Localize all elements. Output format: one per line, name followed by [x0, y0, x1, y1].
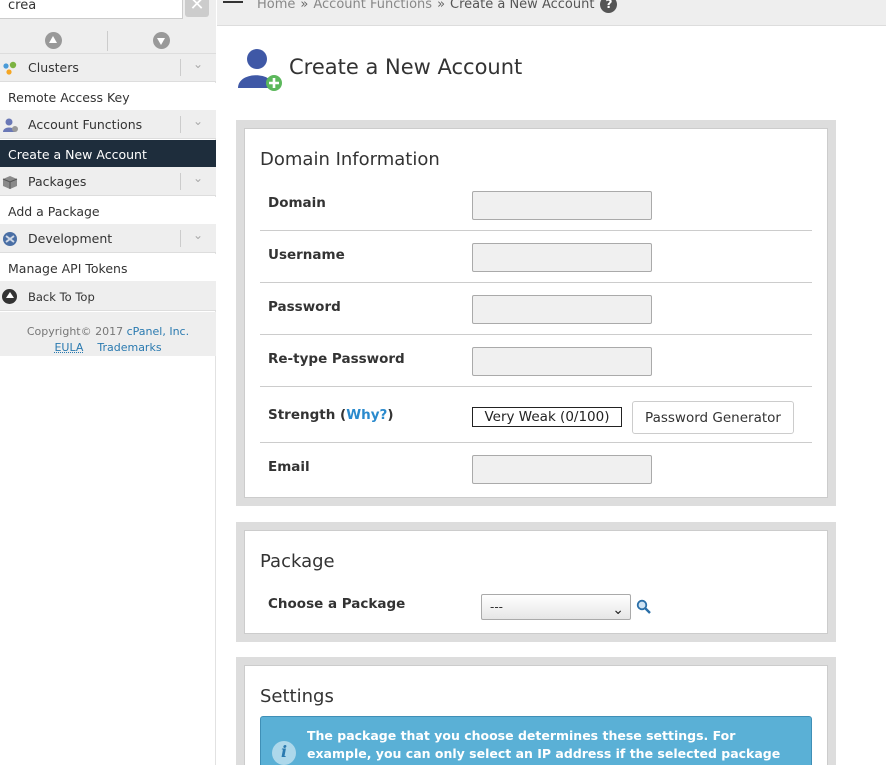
page-title: Create a New Account: [289, 55, 523, 79]
sidebar-category-account-functions[interactable]: Account Functions ⌄: [0, 111, 216, 139]
menu-icon[interactable]: [223, 0, 243, 10]
divider: [180, 173, 181, 190]
settings-info-text: The package that you choose determines t…: [307, 728, 781, 765]
sidebar-footer: Copyright© 2017 cPanel, Inc. EULA Tradem…: [0, 312, 216, 356]
chevron-down-icon[interactable]: ⌄: [193, 228, 203, 242]
breadcrumb-separator: »: [437, 0, 446, 12]
sidebar-item-label: Remote Access Key: [8, 90, 130, 105]
copyright-text: Copyright© 2017: [26, 325, 124, 338]
sidebar-category-label: Clusters: [28, 60, 79, 75]
sidebar: ✕ Clusters ⌄ Remote Access Key Account F…: [0, 0, 216, 765]
email-field[interactable]: [472, 455, 652, 484]
sidebar-category-label: Development: [28, 231, 113, 246]
divider: [180, 230, 181, 247]
sidebar-item-manage-api-tokens[interactable]: Manage API Tokens: [0, 254, 216, 282]
email-row: Email: [260, 443, 812, 495]
add-user-icon: [238, 49, 282, 91]
search-clear-button[interactable]: ✕: [185, 0, 209, 17]
breadcrumb-home[interactable]: Home: [257, 0, 295, 12]
domain-information-title: Domain Information: [260, 149, 440, 170]
sidebar-search: ✕: [0, 0, 216, 28]
retype-password-field[interactable]: [472, 347, 652, 376]
sidebar-item-label: Create a New Account: [8, 147, 147, 162]
eula-link[interactable]: EULA: [54, 341, 83, 354]
info-icon-glyph: i: [281, 742, 288, 761]
package-panel: Package Choose a Package --- ⌄: [236, 522, 836, 642]
email-label: Email: [268, 459, 310, 475]
search-icon[interactable]: [636, 599, 652, 615]
collapse-bar: [0, 27, 216, 54]
username-label: Username: [268, 247, 345, 263]
settings-panel: Settings i The package that you choose d…: [236, 657, 836, 765]
strength-label: Strength (Why?): [268, 407, 394, 423]
why-link[interactable]: Why?: [346, 407, 387, 423]
domain-field[interactable]: [472, 191, 652, 220]
package-select-value: ---: [490, 600, 503, 614]
help-icon[interactable]: ?: [600, 0, 618, 13]
divider: [180, 116, 181, 133]
domain-row: Domain: [260, 179, 812, 231]
chevron-down-icon[interactable]: ⌄: [193, 114, 203, 128]
package-icon: [2, 176, 18, 189]
sidebar-category-clusters[interactable]: Clusters ⌄: [0, 54, 216, 82]
arrow-up-icon: [2, 289, 17, 304]
top-bar: Home » Account Functions » Create a New Acco…: [217, 0, 886, 26]
chevron-down-icon: ⌄: [612, 602, 624, 618]
chevron-down-icon[interactable]: ⌄: [193, 171, 203, 185]
collapse-all-button[interactable]: [0, 27, 107, 53]
choose-package-label: Choose a Package: [268, 596, 406, 612]
password-generator-button[interactable]: Password Generator: [632, 401, 794, 434]
trademarks-link[interactable]: Trademarks: [97, 341, 161, 354]
sidebar-category-label: Packages: [28, 174, 87, 189]
retype-password-label: Re-type Password: [268, 351, 405, 367]
sidebar-category-development[interactable]: Development ⌄: [0, 225, 216, 253]
strength-label-text: Strength: [268, 407, 336, 423]
domain-label: Domain: [268, 195, 326, 211]
divider: [180, 59, 181, 76]
sidebar-item-label: Add a Package: [8, 204, 100, 219]
username-row: Username: [260, 231, 812, 283]
retype-password-row: Re-type Password: [260, 335, 812, 387]
cpanel-link[interactable]: cPanel, Inc.: [127, 325, 189, 338]
back-to-top-link[interactable]: Back To Top: [0, 282, 216, 311]
clusters-icon: [3, 61, 17, 75]
chevron-up-icon: [45, 31, 62, 49]
settings-info-box: i The package that you choose determines…: [260, 716, 812, 765]
password-label: Password: [268, 299, 341, 315]
chevron-down-icon[interactable]: ⌄: [193, 57, 203, 71]
sidebar-item-create-new-account[interactable]: Create a New Account: [0, 140, 216, 168]
back-to-top-label: Back To Top: [28, 290, 95, 304]
package-title: Package: [260, 551, 335, 572]
sidebar-category-label: Account Functions: [28, 117, 143, 132]
sidebar-item-add-package[interactable]: Add a Package: [0, 197, 216, 225]
username-field[interactable]: [472, 243, 652, 272]
development-icon: [3, 232, 17, 246]
breadcrumb: Home » Account Functions » Create a New Acco…: [257, 0, 618, 13]
expand-all-button[interactable]: [108, 27, 215, 53]
password-row: Password: [260, 283, 812, 335]
breadcrumb-current: Create a New Account: [450, 0, 595, 12]
user-icon: [3, 118, 18, 132]
breadcrumb-separator: »: [300, 0, 309, 12]
sidebar-item-remote-access-key[interactable]: Remote Access Key: [0, 83, 216, 111]
chevron-down-icon: [153, 31, 170, 49]
settings-title: Settings: [260, 686, 334, 707]
sidebar-item-label: Manage API Tokens: [8, 261, 128, 276]
breadcrumb-account-functions[interactable]: Account Functions: [313, 0, 432, 12]
domain-information-panel: Domain Information Domain Username Passw…: [236, 120, 836, 506]
search-input[interactable]: [0, 0, 183, 19]
sidebar-category-packages[interactable]: Packages ⌄: [0, 168, 216, 196]
strength-row: Strength (Why?) Very Weak (0/100) Passwo…: [260, 387, 812, 443]
password-strength-meter: Very Weak (0/100): [472, 407, 622, 427]
password-field[interactable]: [472, 295, 652, 324]
package-select[interactable]: --- ⌄: [481, 594, 631, 620]
